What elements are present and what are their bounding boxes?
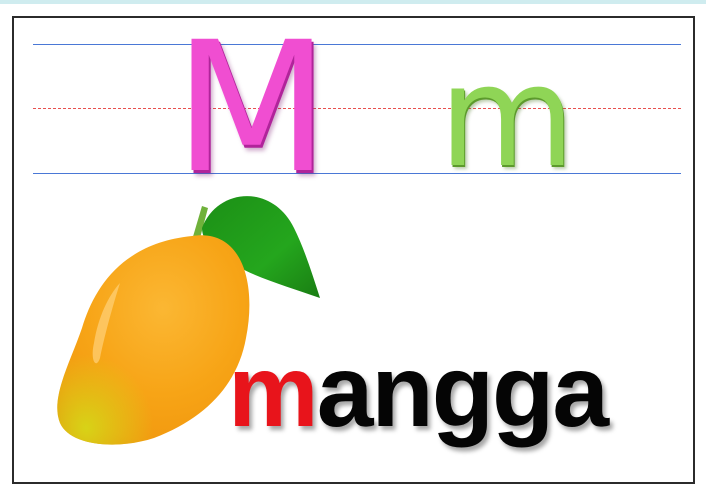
uppercase-letter: M [173, 4, 330, 213]
lowercase-letter: m [438, 36, 576, 199]
word-label: mangga [228, 334, 609, 448]
word-first-letter: m [228, 334, 319, 448]
top-strip [0, 0, 706, 4]
guide-line-top [33, 44, 681, 45]
guide-line-baseline [33, 173, 681, 174]
alphabet-card: M m mangga [12, 16, 695, 484]
guide-line-middle-dashed [33, 108, 681, 109]
word-rest: angga [316, 334, 609, 448]
